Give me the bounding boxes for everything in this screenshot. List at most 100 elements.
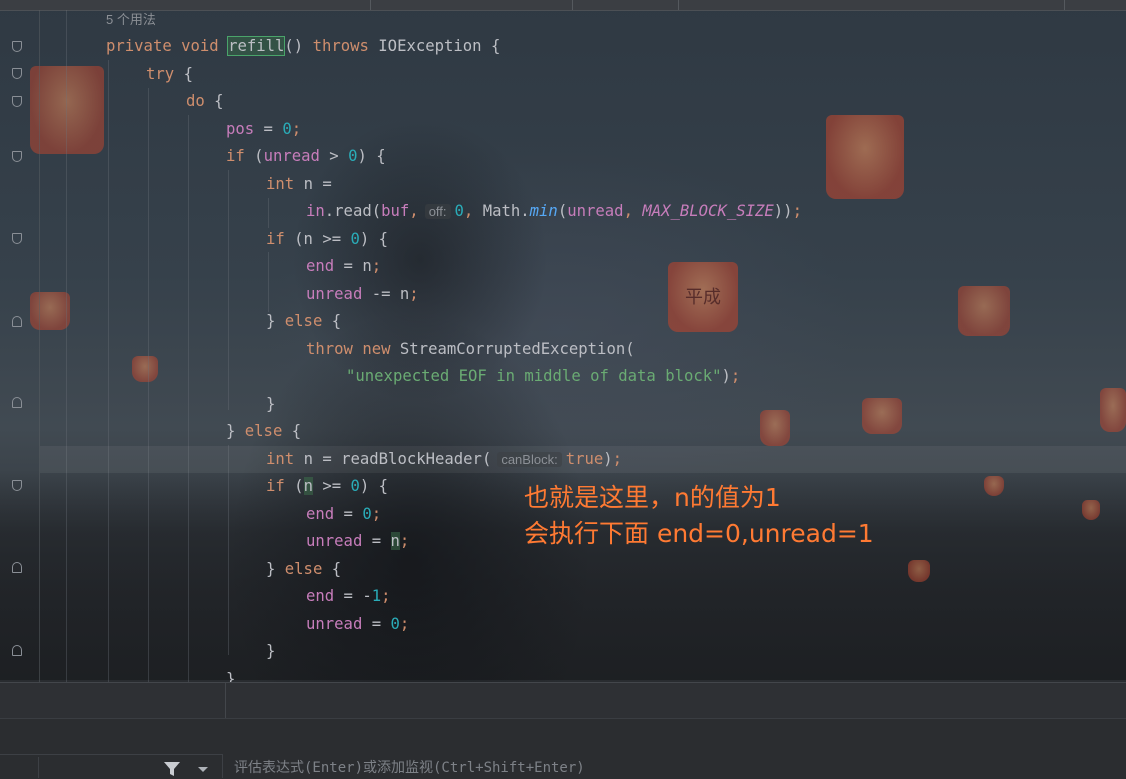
code-token: () (284, 37, 313, 55)
code-token: private (106, 37, 182, 55)
evaluate-expression-input[interactable] (222, 754, 1126, 778)
indent-guide (188, 115, 189, 682)
fold-end-marker-icon[interactable] (12, 316, 22, 327)
fold-marker-icon[interactable] (12, 41, 22, 52)
chevron-down-icon[interactable] (197, 766, 209, 774)
debug-frames-panel (0, 718, 1126, 755)
background-lantern (132, 356, 158, 382)
code-token: unread (306, 284, 363, 303)
code-token: = (334, 504, 363, 523)
lantern-text: 平成 (685, 287, 721, 308)
code-line[interactable]: do { (186, 88, 224, 115)
code-line[interactable]: unread -= n; (306, 281, 419, 308)
code-line[interactable]: "unexpected EOF in middle of data block"… (346, 363, 740, 390)
code-token: ; (371, 257, 382, 275)
background-lantern (908, 560, 930, 582)
code-line[interactable]: throw new StreamCorruptedException( (306, 336, 635, 363)
code-token: else (244, 422, 292, 440)
code-token: throws (312, 37, 379, 55)
code-token: else (284, 312, 332, 330)
code-line[interactable]: } else { (266, 308, 341, 335)
code-line[interactable]: unread = 0; (306, 611, 409, 638)
code-token: else (284, 559, 332, 578)
code-token: do (186, 92, 215, 110)
background-lantern (1082, 500, 1100, 520)
code-token: ; (399, 614, 410, 633)
code-line[interactable]: unread = n; (306, 528, 409, 555)
code-token: int (266, 174, 304, 193)
code-token: > (319, 147, 349, 165)
code-token: ; (399, 532, 410, 550)
code-token: if (266, 229, 295, 248)
fold-marker-icon[interactable] (12, 151, 22, 162)
code-token: pos (226, 119, 255, 138)
code-token: 0 (390, 614, 400, 633)
code-token: , (463, 202, 483, 220)
code-line[interactable]: end = n; (306, 253, 381, 280)
filter-icon[interactable] (164, 762, 180, 776)
code-line[interactable]: end = 0; (306, 501, 381, 528)
fold-end-marker-icon[interactable] (12, 645, 22, 656)
code-line[interactable]: int n = readBlockHeader(canBlock: true); (266, 446, 622, 473)
code-line[interactable]: if (n >= 0) { (266, 473, 388, 500)
parameter-hint: canBlock: (497, 451, 562, 467)
code-token: buf (381, 202, 410, 220)
code-token: Math. (482, 202, 530, 220)
fold-marker-icon[interactable] (12, 68, 22, 79)
code-token: } (266, 312, 285, 330)
fold-marker-icon[interactable] (12, 480, 22, 491)
fold-marker-icon[interactable] (12, 233, 22, 244)
debug-tool-panel (0, 682, 1126, 719)
code-line[interactable]: pos = 0; (226, 116, 301, 143)
code-token: ; (409, 284, 419, 303)
code-token: unread (306, 614, 363, 633)
indent-guide (148, 88, 149, 682)
debug-variable-n: n (303, 477, 313, 495)
code-token: ) (721, 367, 731, 385)
code-line[interactable]: in.read(buf, off: 0, Math.min(unread, MAX_… (306, 198, 802, 225)
code-line[interactable]: private void refill() throws IOException… (106, 33, 500, 60)
code-line[interactable]: } (266, 638, 275, 665)
code-token: unread (306, 532, 363, 550)
code-token: ) { (359, 477, 389, 495)
code-token: ( (254, 147, 264, 165)
code-token: if (226, 147, 255, 165)
fold-marker-icon[interactable] (12, 96, 22, 107)
code-token: { (183, 64, 193, 83)
annotation-line-2: 会执行下面 end=0,unread=1 (524, 519, 874, 548)
code-line[interactable]: } else { (266, 556, 341, 583)
background-lantern: 平成 (668, 262, 738, 332)
editor-gutter (0, 10, 40, 682)
code-token: ; (612, 449, 623, 468)
code-token: unread (567, 202, 624, 220)
code-token: true (565, 449, 604, 468)
code-line[interactable]: int n = (266, 171, 332, 198)
code-line[interactable]: end = -1; (306, 583, 391, 610)
code-token: min (529, 202, 558, 220)
code-line[interactable]: if (unread > 0) { (226, 143, 386, 170)
fold-end-marker-icon[interactable] (12, 562, 22, 573)
code-line[interactable]: } else { (226, 418, 301, 445)
code-token: ; (371, 504, 382, 523)
background-lantern (1100, 388, 1126, 432)
code-token: = n (334, 257, 372, 275)
code-token: .read( (324, 202, 382, 220)
code-token: try (146, 64, 184, 83)
code-line[interactable]: try { (146, 61, 193, 88)
code-token: )) (773, 202, 793, 220)
code-line[interactable]: } (266, 391, 275, 418)
indent-guide (228, 445, 229, 655)
code-token: , (409, 202, 419, 220)
code-line[interactable]: if (n >= 0) { (266, 226, 388, 253)
code-token: = (254, 119, 283, 138)
fold-end-marker-icon[interactable] (12, 397, 22, 408)
code-token: >= (312, 477, 351, 495)
usage-hint[interactable]: 5 个用法 (106, 9, 156, 28)
code-token: 1 (371, 587, 382, 605)
code-token: 0 (454, 202, 464, 220)
code-token: "unexpected EOF in middle of data block" (346, 367, 722, 385)
code-token: , (623, 202, 643, 220)
code-token: ; (792, 202, 802, 220)
code-token: ( (557, 202, 568, 220)
background-lantern (984, 476, 1004, 496)
